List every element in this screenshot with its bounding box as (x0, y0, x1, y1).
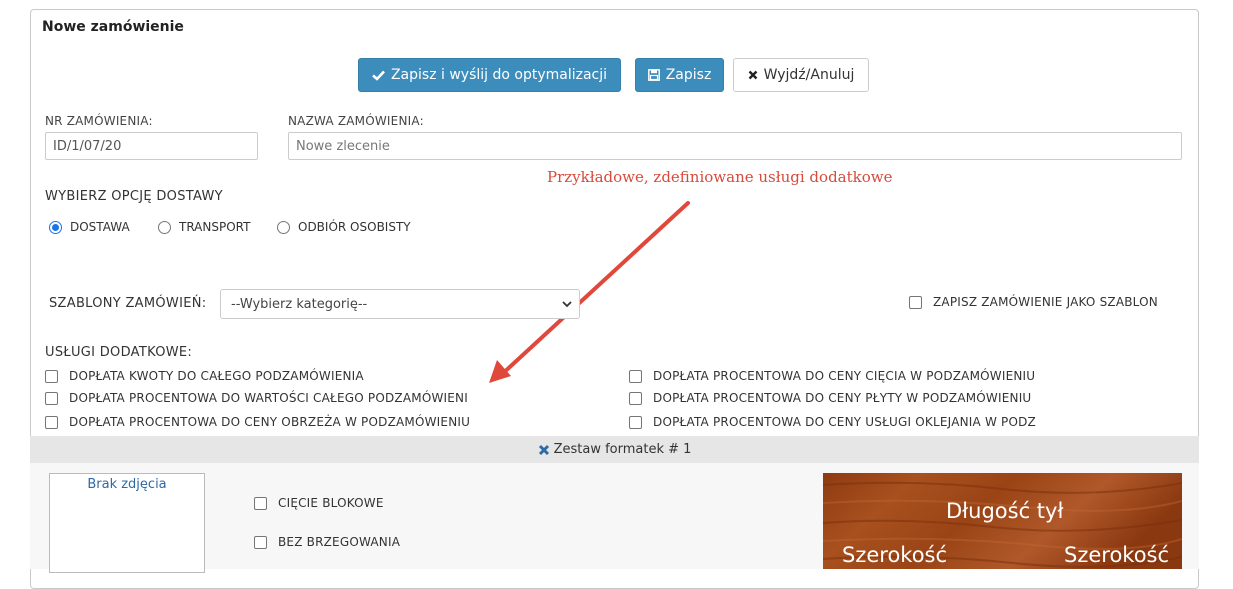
no-photo-text: Brak zdjęcia (87, 477, 167, 492)
template-category-select[interactable]: --Wybierz kategorię-- (220, 289, 580, 319)
templates-label: SZABLONY ZAMÓWIEŃ: (49, 296, 207, 311)
radio-checked[interactable] (49, 220, 62, 234)
delivery-option-label: TRANSPORT (179, 220, 251, 234)
cancel-button[interactable]: Wyjdź/Anuluj (733, 58, 869, 92)
check-icon (372, 70, 385, 81)
save-button[interactable]: Zapisz (635, 58, 724, 92)
board-preview: Długość tył Szerokość Szerokość (823, 473, 1182, 569)
no-edging-checkbox[interactable]: BEZ BRZEGOWANIA (254, 535, 400, 549)
delivery-option-odbior[interactable]: ODBIÓR OSOBISTY (277, 220, 411, 234)
remove-set-icon[interactable] (538, 444, 550, 456)
annotation-text: Przykładowe, zdefiniowane usługi dodatko… (547, 168, 893, 186)
set-header-bar: Zestaw formatek # 1 (30, 436, 1199, 463)
save-label: Zapisz (665, 67, 712, 83)
extra-service-label: DOPŁATA PROCENTOWA DO CENY USŁUGI OKLEJA… (653, 415, 1036, 429)
checkbox[interactable] (629, 415, 642, 429)
template-category-value: --Wybierz kategorię-- (231, 296, 368, 312)
delivery-option-dostawa[interactable]: DOSTAWA (49, 220, 130, 234)
width-right-label: Szerokość (1064, 543, 1170, 567)
delivery-option-transport[interactable]: TRANSPORT (158, 220, 250, 234)
delivery-option-label: ODBIÓR OSOBISTY (298, 220, 411, 234)
floppy-disk-icon (647, 69, 660, 81)
length-back-label: Długość tył (946, 499, 1064, 523)
extra-service-label: DOPŁATA KWOTY DO CAŁEGO PODZAMÓWIENIA (69, 369, 364, 383)
checkbox[interactable] (629, 391, 642, 405)
save-and-send-button[interactable]: Zapisz i wyślij do optymalizacji (358, 58, 621, 92)
extra-service-label: DOPŁATA PROCENTOWA DO CENY OBRZEŻA W POD… (69, 415, 471, 429)
radio[interactable] (277, 220, 290, 234)
checkbox[interactable] (254, 496, 267, 510)
order-number-value: ID/1/07/20 (53, 138, 122, 154)
save-as-template-label: ZAPISZ ZAMÓWIENIE JAKO SZABLON (933, 295, 1158, 309)
order-name-input[interactable]: Nowe zlecenie (288, 132, 1182, 160)
checkbox[interactable] (629, 369, 642, 383)
extra-service-item[interactable]: DOPŁATA PROCENTOWA DO WARTOŚCI CAŁEGO PO… (45, 391, 468, 405)
photo-placeholder[interactable]: Brak zdjęcia (49, 473, 205, 573)
extra-service-label: DOPŁATA PROCENTOWA DO WARTOŚCI CAŁEGO PO… (69, 391, 468, 405)
checkbox[interactable] (254, 535, 267, 549)
order-name-placeholder: Nowe zlecenie (296, 138, 390, 154)
extras-label: USŁUGI DODATKOWE: (45, 345, 193, 360)
extra-service-label: DOPŁATA PROCENTOWA DO CENY CIĘCIA W PODZ… (653, 369, 1036, 383)
width-left-label: Szerokość (842, 543, 948, 567)
extra-service-item[interactable]: DOPŁATA KWOTY DO CAŁEGO PODZAMÓWIENIA (45, 369, 364, 383)
checkbox[interactable] (45, 391, 58, 405)
extra-service-item[interactable]: DOPŁATA PROCENTOWA DO CENY OBRZEŻA W POD… (45, 415, 470, 429)
order-name-label: NAZWA ZAMÓWIENIA: (288, 114, 424, 128)
set-option-label: CIĘCIE BLOKOWE (278, 496, 384, 510)
checkbox[interactable] (45, 369, 58, 383)
extra-service-label: DOPŁATA PROCENTOWA DO CENY PŁYTY W PODZA… (653, 391, 1032, 405)
extra-service-item[interactable]: DOPŁATA PROCENTOWA DO CENY PŁYTY W PODZA… (629, 391, 1031, 405)
checkbox[interactable] (909, 295, 922, 309)
block-cutting-checkbox[interactable]: CIĘCIE BLOKOWE (254, 496, 384, 510)
order-number-input[interactable]: ID/1/07/20 (45, 132, 258, 160)
chevron-down-icon (562, 301, 572, 308)
delivery-label: WYBIERZ OPCJĘ DOSTAWY (45, 189, 223, 204)
set-title: Zestaw formatek # 1 (553, 442, 692, 457)
set-option-label: BEZ BRZEGOWANIA (278, 535, 401, 549)
checkbox[interactable] (45, 415, 58, 429)
save-as-template-checkbox[interactable]: ZAPISZ ZAMÓWIENIE JAKO SZABLON (909, 295, 1158, 309)
cancel-label: Wyjdź/Anuluj (763, 67, 855, 83)
panel-title: Nowe zamówienie (42, 19, 184, 35)
delivery-option-label: DOSTAWA (70, 220, 130, 234)
order-number-label: NR ZAMÓWIENIA: (45, 114, 153, 128)
extra-service-item[interactable]: DOPŁATA PROCENTOWA DO CENY CIĘCIA W PODZ… (629, 369, 1035, 383)
extra-service-item[interactable]: DOPŁATA PROCENTOWA DO CENY USŁUGI OKLEJA… (629, 415, 1036, 429)
radio[interactable] (158, 220, 171, 234)
save-and-send-label: Zapisz i wyślij do optymalizacji (390, 67, 608, 83)
close-icon (748, 70, 757, 80)
